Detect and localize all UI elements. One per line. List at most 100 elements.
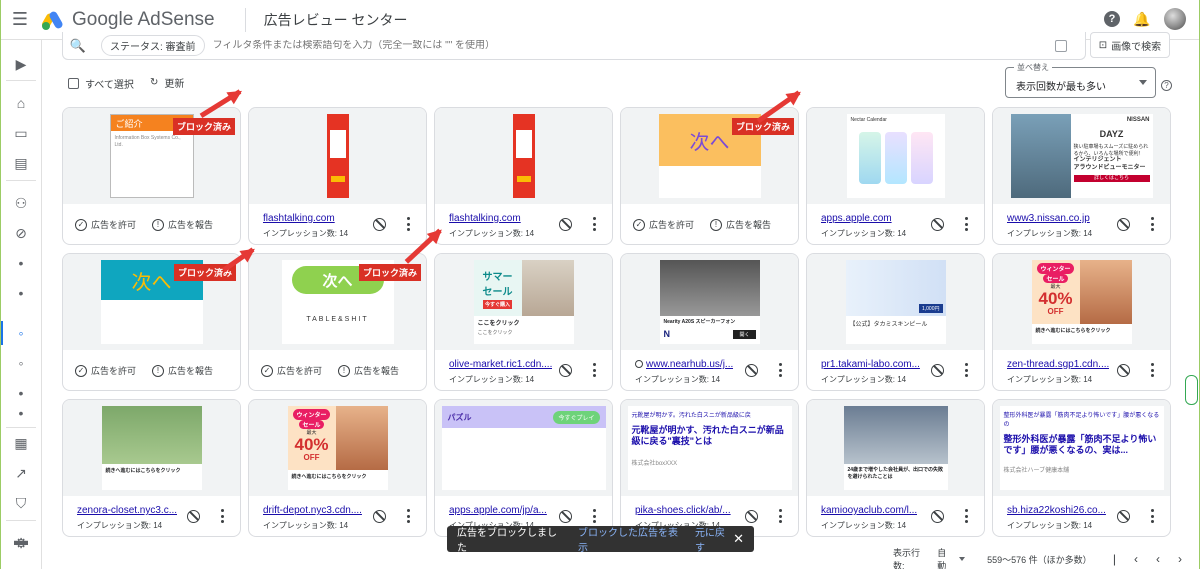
- optimization-icon[interactable]: ↗: [11, 463, 31, 483]
- ad-thumbnail[interactable]: NISSAN DAYZ 狭い駐車場もスムーズに駐められるから、いろんな場所で便利…: [1010, 114, 1153, 198]
- sort-select[interactable]: 並べ替え 表示回数が最も多い: [1005, 62, 1156, 98]
- adsense-logo[interactable]: Google AdSense: [40, 9, 215, 31]
- first-page-icon[interactable]: |‹: [1113, 552, 1156, 566]
- blocking-controls-icon[interactable]: ⊘: [11, 223, 31, 243]
- settings-icon[interactable]: ⚙: [11, 533, 31, 553]
- report-ad-button[interactable]: ! 広告を報告: [710, 218, 771, 231]
- ad-thumbnail[interactable]: パズル 今すぐプレイ: [441, 406, 606, 490]
- block-icon[interactable]: [559, 364, 572, 377]
- ad-card[interactable]: パズル 今すぐプレイ apps.apple.com/jp/a... インプレッシ…: [434, 399, 613, 537]
- ad-domain-link[interactable]: pika-shoes.click/ab/...: [635, 505, 731, 516]
- next-page-icon[interactable]: ›: [1178, 552, 1200, 566]
- ad-card[interactable]: ウィンター セール 最大 40% OFF 続きへ進むにはこちらをクリック zen…: [992, 253, 1171, 391]
- ad-card[interactable]: 元靴屋が明かす。汚れた白スニが新品級に戻 元靴屋が明かす、汚れた白スニが新品級に…: [620, 399, 799, 537]
- ad-thumbnail[interactable]: 元靴屋が明かす。汚れた白スニが新品級に戻 元靴屋が明かす、汚れた白スニが新品級に…: [627, 406, 792, 490]
- more-vert-icon[interactable]: [964, 509, 968, 523]
- bell-icon[interactable]: 🔔: [1133, 11, 1150, 27]
- block-icon[interactable]: [931, 364, 944, 377]
- prev-page-icon[interactable]: ‹: [1156, 552, 1178, 566]
- close-icon[interactable]: ✕: [733, 531, 744, 547]
- search-icon[interactable]: 🔍: [63, 38, 93, 54]
- block-icon[interactable]: [1117, 218, 1130, 231]
- filter-input[interactable]: [212, 40, 913, 51]
- ad-domain-link[interactable]: pr1.takami-labo.com...: [821, 359, 920, 370]
- ad-domain-link[interactable]: olive-market.ric1.cdn....: [449, 359, 552, 370]
- more-vert-icon[interactable]: [592, 217, 596, 231]
- block-icon[interactable]: [187, 510, 200, 523]
- ad-thumbnail[interactable]: Nectar Calendar: [846, 114, 945, 198]
- allow-ad-button[interactable]: ✓ 広告を許可: [633, 218, 694, 231]
- ads-icon[interactable]: ▭: [11, 123, 31, 143]
- ad-card[interactable]: ご紹介 Information Box Systems Co., Ltd. ブロ…: [62, 107, 241, 245]
- ad-card[interactable]: Nearity A20S スピーカーフォン N 開く www.nearhub.us…: [620, 253, 799, 391]
- ad-card[interactable]: 次へ ブロック済み ✓ 広告を許可 ! 広告を報告: [62, 253, 241, 391]
- ad-card[interactable]: 次へ ブロック済み ✓ 広告を許可 ! 広告を報告: [620, 107, 799, 245]
- report-ad-button[interactable]: ! 広告を報告: [152, 364, 213, 377]
- more-vert-icon[interactable]: [1150, 509, 1154, 523]
- block-icon[interactable]: [931, 510, 944, 523]
- sites-icon[interactable]: ▤: [11, 153, 31, 173]
- chevron-down-icon[interactable]: [959, 557, 966, 561]
- ad-domain-link[interactable]: drift-depot.nyc3.cdn....: [263, 505, 362, 516]
- block-icon[interactable]: [559, 218, 572, 231]
- rows-value[interactable]: 自動: [937, 546, 955, 569]
- block-icon[interactable]: [559, 510, 572, 523]
- ad-domain-link[interactable]: www3.nissan.co.jp: [1007, 213, 1090, 224]
- ad-domain-link[interactable]: zenora-closet.nyc3.c...: [77, 505, 177, 516]
- allow-ad-button[interactable]: ✓ 広告を許可: [261, 364, 322, 377]
- more-vert-icon[interactable]: [592, 509, 596, 523]
- ad-card[interactable]: サマー セール 今すぐ購入 ここをクリック ここをクリック olive-market…: [434, 253, 613, 391]
- more-vert-icon[interactable]: [1150, 363, 1154, 377]
- sort-help-icon[interactable]: ?: [1161, 80, 1172, 91]
- block-icon[interactable]: [373, 510, 386, 523]
- block-icon[interactable]: [1117, 510, 1130, 523]
- more-vert-icon[interactable]: [1150, 217, 1154, 231]
- ad-card[interactable]: Nectar Calendar apps.apple.com インプレッション数…: [806, 107, 985, 245]
- block-icon[interactable]: [373, 218, 386, 231]
- more-vert-icon[interactable]: [220, 509, 224, 523]
- ad-domain-link[interactable]: apps.apple.com/jp/a...: [449, 505, 547, 516]
- help-icon[interactable]: ?: [1104, 11, 1120, 27]
- report-ad-button[interactable]: ! 広告を報告: [338, 364, 399, 377]
- allow-ad-button[interactable]: ✓ 広告を許可: [75, 218, 136, 231]
- more-vert-icon[interactable]: [778, 363, 782, 377]
- ad-domain-link[interactable]: sb.hiza22koshi26.co...: [1007, 505, 1106, 516]
- filter-save-icon[interactable]: [1055, 40, 1067, 52]
- more-vert-icon[interactable]: [406, 217, 410, 231]
- report-ad-button[interactable]: ! 広告を報告: [152, 218, 213, 231]
- more-vert-icon[interactable]: [592, 363, 596, 377]
- ad-card[interactable]: NISSAN DAYZ 狭い駐車場もスムーズに駐められるから、いろんな場所で便利…: [992, 107, 1171, 245]
- menu-icon[interactable]: ☰: [0, 0, 40, 40]
- ad-thumbnail[interactable]: Nearity A20S スピーカーフォン N 開く: [659, 260, 760, 344]
- select-all[interactable]: すべて選択: [68, 76, 134, 91]
- ad-domain-link[interactable]: apps.apple.com: [821, 213, 892, 224]
- more-vert-icon[interactable]: [778, 509, 782, 523]
- block-icon[interactable]: [931, 218, 944, 231]
- nav-dot-3[interactable]: ◦: [11, 353, 31, 373]
- avatar[interactable]: [1164, 8, 1186, 30]
- home-icon[interactable]: ⌂: [11, 93, 31, 113]
- undo-link[interactable]: 元に戻す: [695, 524, 733, 554]
- nav-dot-1[interactable]: •: [11, 253, 31, 273]
- extension-widget[interactable]: [1185, 375, 1198, 405]
- ad-thumbnail[interactable]: ウィンター セール 最大 40% OFF 続きへ進むにはこちらをクリック: [1031, 260, 1132, 344]
- ad-domain-link[interactable]: flashtalking.com: [449, 213, 521, 224]
- ad-thumbnail[interactable]: 1,000円 【公式】タカミスキンピール: [845, 260, 946, 344]
- ad-domain-link[interactable]: www.nearhub.us/j...: [635, 359, 733, 370]
- ad-thumbnail[interactable]: [326, 114, 349, 198]
- more-vert-icon[interactable]: [964, 217, 968, 231]
- image-search-button[interactable]: ⊡ 画像で検索: [1090, 32, 1170, 58]
- refresh-button[interactable]: ↻ 更新: [150, 75, 184, 90]
- ad-thumbnail[interactable]: サマー セール 今すぐ購入 ここをクリック ここをクリック: [473, 260, 574, 344]
- allow-ad-button[interactable]: ✓ 広告を許可: [75, 364, 136, 377]
- ad-card[interactable]: ウィンター セール 最大 40% OFF 続きへ進むにはこちらをクリック dri…: [248, 399, 427, 537]
- ad-card[interactable]: flashtalking.com インプレッション数: 14: [248, 107, 427, 245]
- nav-dot-5[interactable]: •: [11, 403, 31, 423]
- ad-thumbnail[interactable]: ウィンター セール 最大 40% OFF 続きへ進むにはこちらをクリック: [287, 406, 388, 490]
- view-blocked-ads-link[interactable]: ブロックした広告を表示: [578, 524, 683, 554]
- ad-card[interactable]: 整形外科医が暴露「筋肉不足より怖いです」腰が悪くなるの 整形外科医が暴露「筋肉不…: [992, 399, 1171, 537]
- block-icon[interactable]: [1117, 364, 1130, 377]
- more-vert-icon[interactable]: [964, 363, 968, 377]
- ad-thumbnail[interactable]: 続きへ進むにはこちらをクリック: [101, 406, 202, 490]
- ad-card[interactable]: flashtalking.com インプレッション数: 14: [434, 107, 613, 245]
